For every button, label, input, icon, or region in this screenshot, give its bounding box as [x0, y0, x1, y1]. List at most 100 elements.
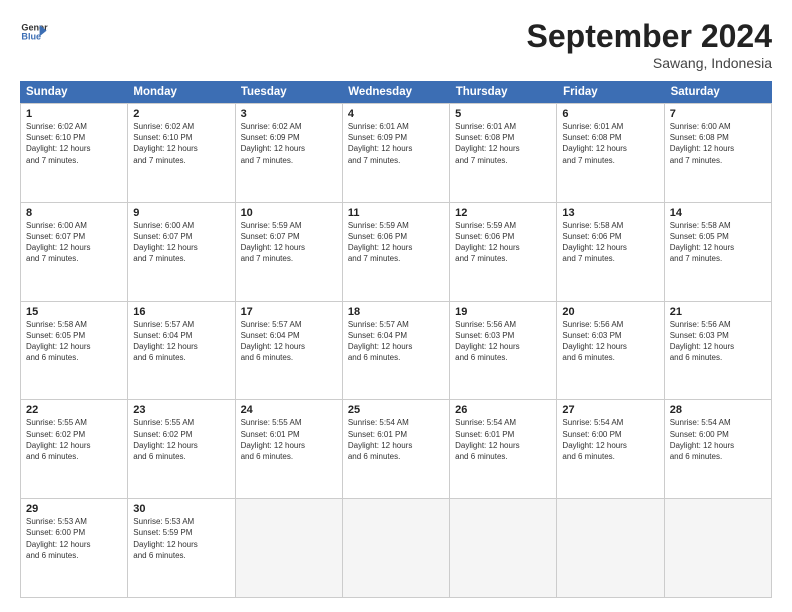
day-info: Sunrise: 5:59 AM Sunset: 6:06 PM Dayligh…	[455, 220, 551, 265]
day-info: Sunrise: 5:59 AM Sunset: 6:07 PM Dayligh…	[241, 220, 337, 265]
cal-cell-2-2: 17Sunrise: 5:57 AM Sunset: 6:04 PM Dayli…	[236, 302, 343, 400]
day-info: Sunrise: 6:00 AM Sunset: 6:08 PM Dayligh…	[670, 121, 766, 166]
cal-cell-4-1: 30Sunrise: 5:53 AM Sunset: 5:59 PM Dayli…	[128, 499, 235, 597]
day-number: 24	[241, 404, 337, 416]
week-row-5: 29Sunrise: 5:53 AM Sunset: 6:00 PM Dayli…	[20, 499, 772, 598]
cal-cell-3-3: 25Sunrise: 5:54 AM Sunset: 6:01 PM Dayli…	[343, 400, 450, 498]
day-number: 16	[133, 306, 229, 318]
cal-cell-0-6: 7Sunrise: 6:00 AM Sunset: 6:08 PM Daylig…	[665, 104, 772, 202]
cal-cell-0-3: 4Sunrise: 6:01 AM Sunset: 6:09 PM Daylig…	[343, 104, 450, 202]
day-info: Sunrise: 6:00 AM Sunset: 6:07 PM Dayligh…	[26, 220, 122, 265]
cal-cell-3-1: 23Sunrise: 5:55 AM Sunset: 6:02 PM Dayli…	[128, 400, 235, 498]
cal-cell-1-1: 9Sunrise: 6:00 AM Sunset: 6:07 PM Daylig…	[128, 203, 235, 301]
day-number: 28	[670, 404, 766, 416]
cal-cell-2-5: 20Sunrise: 5:56 AM Sunset: 6:03 PM Dayli…	[557, 302, 664, 400]
day-number: 6	[562, 108, 658, 120]
cal-cell-1-4: 12Sunrise: 5:59 AM Sunset: 6:06 PM Dayli…	[450, 203, 557, 301]
day-info: Sunrise: 5:56 AM Sunset: 6:03 PM Dayligh…	[670, 319, 766, 364]
weekday-thursday: Thursday	[450, 81, 557, 103]
day-info: Sunrise: 6:02 AM Sunset: 6:10 PM Dayligh…	[133, 121, 229, 166]
cal-cell-0-5: 6Sunrise: 6:01 AM Sunset: 6:08 PM Daylig…	[557, 104, 664, 202]
cal-cell-2-4: 19Sunrise: 5:56 AM Sunset: 6:03 PM Dayli…	[450, 302, 557, 400]
weekday-monday: Monday	[127, 81, 234, 103]
week-row-1: 1Sunrise: 6:02 AM Sunset: 6:10 PM Daylig…	[20, 103, 772, 203]
day-number: 10	[241, 207, 337, 219]
day-number: 12	[455, 207, 551, 219]
cal-cell-0-0: 1Sunrise: 6:02 AM Sunset: 6:10 PM Daylig…	[21, 104, 128, 202]
page: General Blue September 2024 Sawang, Indo…	[0, 0, 792, 612]
cal-cell-4-6	[665, 499, 772, 597]
cal-cell-4-4	[450, 499, 557, 597]
cal-cell-2-3: 18Sunrise: 5:57 AM Sunset: 6:04 PM Dayli…	[343, 302, 450, 400]
month-title: September 2024	[527, 18, 772, 55]
day-number: 19	[455, 306, 551, 318]
day-info: Sunrise: 5:55 AM Sunset: 6:02 PM Dayligh…	[133, 417, 229, 462]
day-number: 18	[348, 306, 444, 318]
day-number: 23	[133, 404, 229, 416]
day-info: Sunrise: 5:55 AM Sunset: 6:01 PM Dayligh…	[241, 417, 337, 462]
cal-cell-1-2: 10Sunrise: 5:59 AM Sunset: 6:07 PM Dayli…	[236, 203, 343, 301]
day-info: Sunrise: 5:57 AM Sunset: 6:04 PM Dayligh…	[348, 319, 444, 364]
day-info: Sunrise: 5:53 AM Sunset: 5:59 PM Dayligh…	[133, 516, 229, 561]
day-number: 22	[26, 404, 122, 416]
day-number: 7	[670, 108, 766, 120]
day-number: 2	[133, 108, 229, 120]
cal-cell-4-2	[236, 499, 343, 597]
subtitle: Sawang, Indonesia	[527, 55, 772, 71]
day-number: 8	[26, 207, 122, 219]
day-number: 26	[455, 404, 551, 416]
week-row-2: 8Sunrise: 6:00 AM Sunset: 6:07 PM Daylig…	[20, 203, 772, 302]
day-info: Sunrise: 5:54 AM Sunset: 6:00 PM Dayligh…	[670, 417, 766, 462]
logo-icon: General Blue	[20, 18, 48, 46]
day-number: 30	[133, 503, 229, 515]
day-info: Sunrise: 5:59 AM Sunset: 6:06 PM Dayligh…	[348, 220, 444, 265]
day-info: Sunrise: 5:55 AM Sunset: 6:02 PM Dayligh…	[26, 417, 122, 462]
day-info: Sunrise: 5:57 AM Sunset: 6:04 PM Dayligh…	[133, 319, 229, 364]
day-info: Sunrise: 5:54 AM Sunset: 6:00 PM Dayligh…	[562, 417, 658, 462]
cal-cell-0-2: 3Sunrise: 6:02 AM Sunset: 6:09 PM Daylig…	[236, 104, 343, 202]
cal-cell-4-5	[557, 499, 664, 597]
calendar-body: 1Sunrise: 6:02 AM Sunset: 6:10 PM Daylig…	[20, 103, 772, 598]
day-number: 5	[455, 108, 551, 120]
svg-text:Blue: Blue	[21, 32, 41, 42]
cal-cell-2-1: 16Sunrise: 5:57 AM Sunset: 6:04 PM Dayli…	[128, 302, 235, 400]
day-info: Sunrise: 5:53 AM Sunset: 6:00 PM Dayligh…	[26, 516, 122, 561]
day-number: 27	[562, 404, 658, 416]
day-info: Sunrise: 5:58 AM Sunset: 6:05 PM Dayligh…	[26, 319, 122, 364]
weekday-wednesday: Wednesday	[342, 81, 449, 103]
weekday-friday: Friday	[557, 81, 664, 103]
day-number: 15	[26, 306, 122, 318]
day-info: Sunrise: 6:01 AM Sunset: 6:08 PM Dayligh…	[562, 121, 658, 166]
cal-cell-2-0: 15Sunrise: 5:58 AM Sunset: 6:05 PM Dayli…	[21, 302, 128, 400]
day-number: 4	[348, 108, 444, 120]
cal-cell-4-3	[343, 499, 450, 597]
cal-cell-3-5: 27Sunrise: 5:54 AM Sunset: 6:00 PM Dayli…	[557, 400, 664, 498]
day-info: Sunrise: 5:56 AM Sunset: 6:03 PM Dayligh…	[455, 319, 551, 364]
day-info: Sunrise: 6:02 AM Sunset: 6:10 PM Dayligh…	[26, 121, 122, 166]
day-info: Sunrise: 5:56 AM Sunset: 6:03 PM Dayligh…	[562, 319, 658, 364]
day-number: 25	[348, 404, 444, 416]
day-number: 1	[26, 108, 122, 120]
cal-cell-1-3: 11Sunrise: 5:59 AM Sunset: 6:06 PM Dayli…	[343, 203, 450, 301]
header: General Blue September 2024 Sawang, Indo…	[20, 18, 772, 71]
weekday-sunday: Sunday	[20, 81, 127, 103]
weekday-tuesday: Tuesday	[235, 81, 342, 103]
day-info: Sunrise: 6:01 AM Sunset: 6:08 PM Dayligh…	[455, 121, 551, 166]
calendar: Sunday Monday Tuesday Wednesday Thursday…	[20, 81, 772, 598]
day-number: 9	[133, 207, 229, 219]
cal-cell-3-6: 28Sunrise: 5:54 AM Sunset: 6:00 PM Dayli…	[665, 400, 772, 498]
week-row-3: 15Sunrise: 5:58 AM Sunset: 6:05 PM Dayli…	[20, 302, 772, 401]
day-info: Sunrise: 5:54 AM Sunset: 6:01 PM Dayligh…	[455, 417, 551, 462]
cal-cell-1-0: 8Sunrise: 6:00 AM Sunset: 6:07 PM Daylig…	[21, 203, 128, 301]
day-info: Sunrise: 6:00 AM Sunset: 6:07 PM Dayligh…	[133, 220, 229, 265]
cal-cell-3-4: 26Sunrise: 5:54 AM Sunset: 6:01 PM Dayli…	[450, 400, 557, 498]
weekday-saturday: Saturday	[665, 81, 772, 103]
logo: General Blue	[20, 18, 48, 46]
day-number: 17	[241, 306, 337, 318]
day-number: 21	[670, 306, 766, 318]
day-number: 13	[562, 207, 658, 219]
cal-cell-3-2: 24Sunrise: 5:55 AM Sunset: 6:01 PM Dayli…	[236, 400, 343, 498]
week-row-4: 22Sunrise: 5:55 AM Sunset: 6:02 PM Dayli…	[20, 400, 772, 499]
day-number: 20	[562, 306, 658, 318]
day-info: Sunrise: 5:57 AM Sunset: 6:04 PM Dayligh…	[241, 319, 337, 364]
